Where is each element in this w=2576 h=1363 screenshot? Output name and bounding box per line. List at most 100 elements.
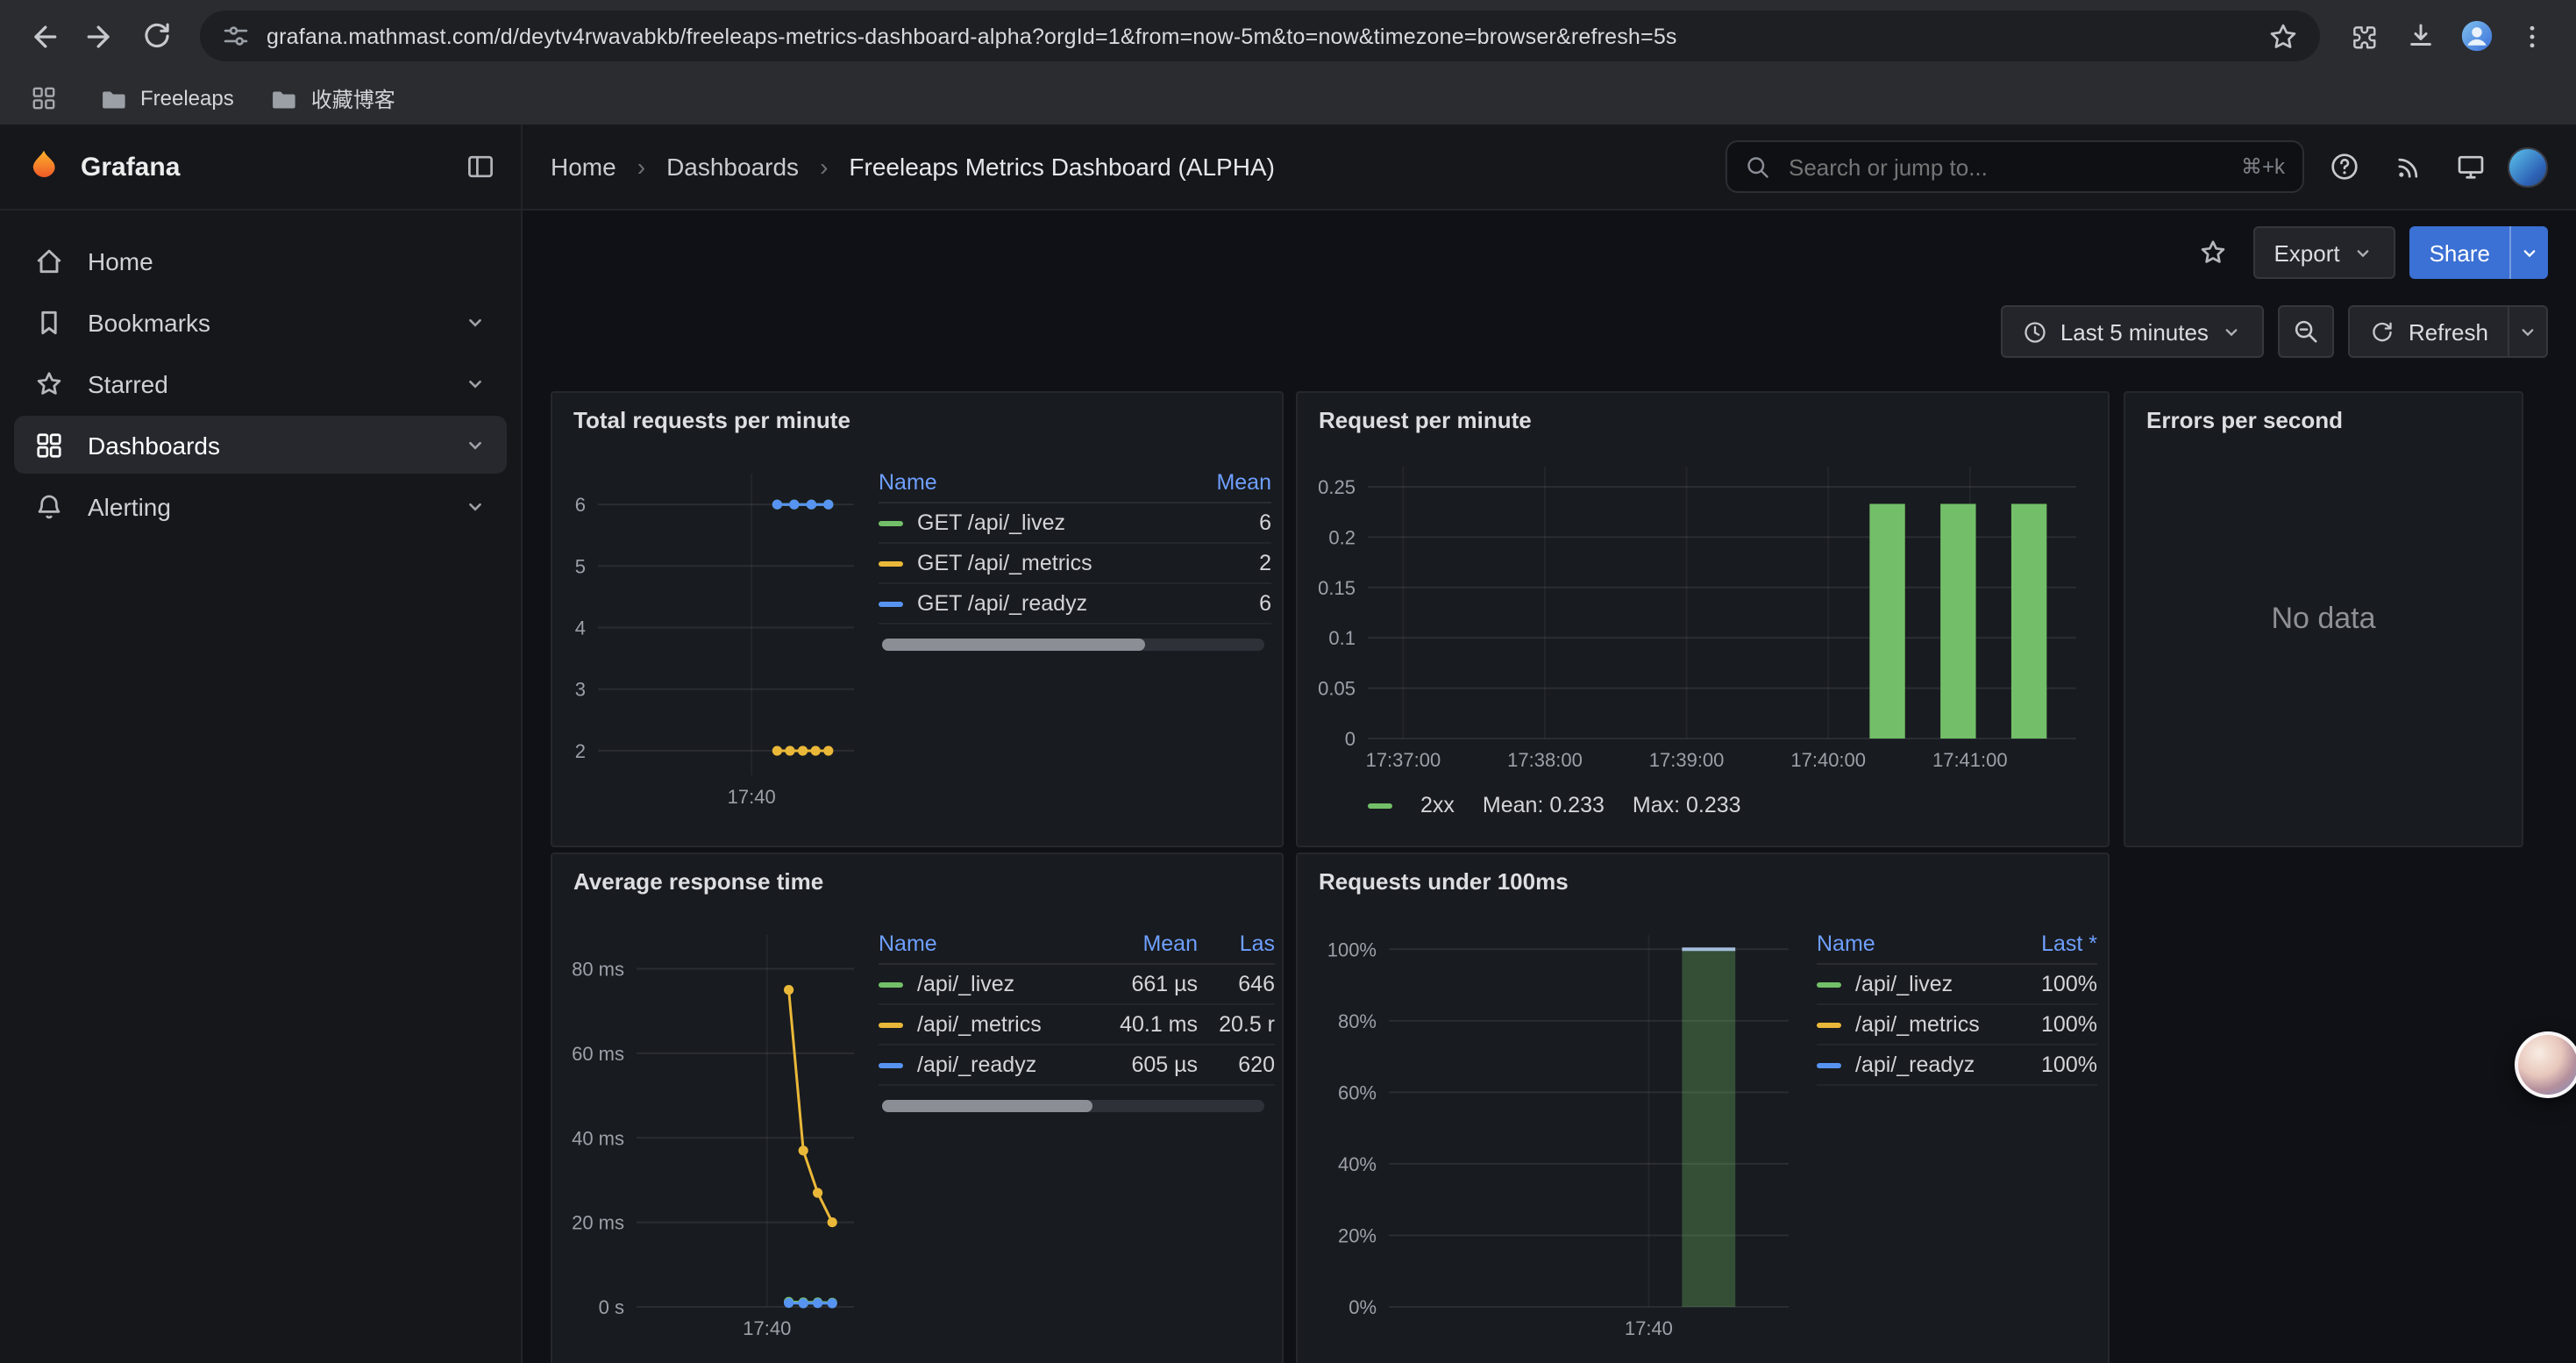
user-avatar[interactable] bbox=[2508, 146, 2548, 187]
sidebar-nav: Home Bookmarks Starred Dashboards bbox=[0, 211, 521, 556]
grafana-logo-icon[interactable] bbox=[25, 147, 63, 186]
chevron-down-icon[interactable] bbox=[463, 494, 487, 518]
help-icon bbox=[2329, 151, 2360, 182]
chevron-down-icon[interactable] bbox=[463, 371, 487, 396]
grafana-header: Home › Dashboards › Freeleaps Metrics Da… bbox=[523, 125, 2576, 211]
bookmark-icon bbox=[33, 306, 65, 338]
help-button[interactable] bbox=[2318, 140, 2371, 193]
legend-header-row: Name Mean Las bbox=[879, 924, 1275, 965]
panel-average-response-time[interactable]: Average response time 80 ms60 ms40 ms20 … bbox=[551, 853, 1284, 1363]
series-name[interactable]: GET /api/_readyz bbox=[917, 591, 1087, 616]
legend-col-name[interactable]: Name bbox=[879, 931, 1092, 956]
bookmark-star-icon[interactable] bbox=[2267, 20, 2299, 52]
panel-requests-under-100ms[interactable]: Requests under 100ms 100%80%60%40%20%0%1… bbox=[1296, 853, 2110, 1363]
downloads-button[interactable] bbox=[2394, 10, 2446, 62]
legend-row[interactable]: /api/_metrics 100% bbox=[1817, 1005, 2097, 1045]
search-input[interactable] bbox=[1785, 152, 2227, 182]
svg-text:2: 2 bbox=[575, 740, 586, 762]
series-name[interactable]: /api/_livez bbox=[1855, 972, 1953, 996]
breadcrumb-dashboards[interactable]: Dashboards bbox=[666, 153, 799, 181]
series-mean: 605 µs bbox=[1092, 1053, 1198, 1077]
svg-text:5: 5 bbox=[575, 555, 586, 577]
legend-col-name[interactable]: Name bbox=[879, 470, 1166, 495]
kiosk-mode-button[interactable] bbox=[2444, 140, 2497, 193]
extensions-button[interactable] bbox=[2338, 10, 2390, 62]
series-name[interactable]: /api/_livez bbox=[917, 972, 1014, 996]
legend-scrollbar[interactable] bbox=[882, 1100, 1264, 1112]
share-button[interactable]: Share bbox=[2410, 226, 2509, 279]
legend-row[interactable]: GET /api/_livez 6 bbox=[879, 503, 1271, 544]
panel-title[interactable]: Total requests per minute bbox=[573, 407, 850, 433]
series-name[interactable]: /api/_metrics bbox=[917, 1012, 1042, 1037]
refresh-interval-dropdown[interactable] bbox=[2508, 307, 2546, 356]
series-name[interactable]: GET /api/_metrics bbox=[917, 551, 1092, 575]
search-box[interactable]: ⌘+k bbox=[1726, 140, 2304, 193]
news-button[interactable] bbox=[2381, 140, 2434, 193]
legend-scrollbar[interactable] bbox=[882, 639, 1264, 651]
legend-row[interactable]: /api/_metrics 40.1 ms 20.5 r bbox=[879, 1005, 1275, 1045]
series-name[interactable]: /api/_readyz bbox=[917, 1053, 1036, 1077]
legend-col-mean[interactable]: Mean bbox=[1092, 931, 1198, 956]
legend-item-2xx[interactable]: 2xx bbox=[1368, 793, 1455, 817]
legend-row[interactable]: /api/_livez 661 µs 646 bbox=[879, 965, 1275, 1005]
scrollbar-thumb[interactable] bbox=[882, 1100, 1092, 1112]
panel-errors-per-second[interactable]: Errors per second No data bbox=[2124, 391, 2523, 847]
legend-col-last[interactable]: Las bbox=[1198, 931, 1275, 956]
panel-title[interactable]: Average response time bbox=[573, 868, 823, 895]
chevron-down-icon[interactable] bbox=[463, 432, 487, 457]
export-button[interactable]: Export bbox=[2252, 226, 2395, 279]
sidebar-item-alerting[interactable]: Alerting bbox=[14, 477, 507, 535]
dashboards-grid-icon bbox=[33, 429, 65, 460]
scrollbar-thumb[interactable] bbox=[882, 639, 1145, 651]
apps-button[interactable] bbox=[25, 79, 63, 118]
favorite-dashboard-button[interactable] bbox=[2186, 226, 2238, 279]
series-name[interactable]: /api/_readyz bbox=[1855, 1053, 1975, 1077]
legend-row[interactable]: /api/_livez 100% bbox=[1817, 965, 2097, 1005]
reload-button[interactable] bbox=[130, 10, 182, 62]
refresh-button[interactable]: Refresh bbox=[2351, 307, 2508, 356]
sidebar-item-dashboards[interactable]: Dashboards bbox=[14, 416, 507, 474]
bookmark-item-freeleaps[interactable]: Freeleaps bbox=[98, 83, 234, 113]
floating-assistant-avatar[interactable] bbox=[2515, 1031, 2576, 1098]
url-bar[interactable]: grafana.mathmast.com/d/deytv4rwavabkb/fr… bbox=[200, 11, 2320, 61]
profile-button[interactable] bbox=[2450, 10, 2502, 62]
panel-title[interactable]: Request per minute bbox=[1319, 407, 1532, 433]
series-name[interactable]: /api/_metrics bbox=[1855, 1012, 1980, 1037]
time-range-picker[interactable]: Last 5 minutes bbox=[2001, 305, 2265, 358]
url-text[interactable]: grafana.mathmast.com/d/deytv4rwavabkb/fr… bbox=[267, 24, 2252, 48]
sidebar-item-label: Bookmarks bbox=[88, 308, 210, 336]
collapse-sidebar-button[interactable] bbox=[465, 151, 496, 182]
site-settings-icon[interactable] bbox=[221, 21, 251, 51]
legend-row[interactable]: /api/_readyz 100% bbox=[1817, 1045, 2097, 1086]
legend-col-name[interactable]: Name bbox=[1817, 931, 2020, 956]
forward-button[interactable] bbox=[74, 10, 126, 62]
panel-request-per-minute[interactable]: Request per minute 0.250.20.150.10.05017… bbox=[1296, 391, 2110, 847]
breadcrumb-home[interactable]: Home bbox=[551, 153, 616, 181]
bookmark-item-blog[interactable]: 收藏博客 bbox=[269, 83, 395, 113]
back-button[interactable] bbox=[18, 10, 70, 62]
svg-text:0.2: 0.2 bbox=[1328, 526, 1356, 548]
svg-text:17:41:00: 17:41:00 bbox=[1932, 749, 2008, 771]
zoom-out-button[interactable] bbox=[2279, 305, 2335, 358]
menu-button[interactable] bbox=[2506, 10, 2558, 62]
series-name[interactable]: GET /api/_livez bbox=[917, 510, 1065, 535]
legend-row[interactable]: /api/_readyz 605 µs 620 bbox=[879, 1045, 1275, 1086]
series-mean: 6 bbox=[1166, 591, 1271, 616]
kebab-menu-icon bbox=[2516, 20, 2548, 52]
series-color-chip bbox=[879, 1022, 903, 1027]
legend-col-mean[interactable]: Mean bbox=[1166, 470, 1271, 495]
series-last: 100% bbox=[2020, 1012, 2097, 1037]
chevron-down-icon[interactable] bbox=[463, 310, 487, 334]
legend-row[interactable]: GET /api/_readyz 6 bbox=[879, 584, 1271, 624]
sidebar-item-home[interactable]: Home bbox=[14, 232, 507, 289]
no-data-message: No data bbox=[2125, 393, 2522, 846]
series-name[interactable]: 2xx bbox=[1420, 793, 1455, 817]
panel-title[interactable]: Requests under 100ms bbox=[1319, 868, 1569, 895]
legend-col-last[interactable]: Last * bbox=[2020, 931, 2097, 956]
share-dropdown-button[interactable] bbox=[2509, 226, 2548, 279]
sidebar-item-bookmarks[interactable]: Bookmarks bbox=[14, 293, 507, 351]
panel-total-requests[interactable]: Total requests per minute 6543217:40 Nam… bbox=[551, 391, 1284, 847]
svg-text:80%: 80% bbox=[1338, 1010, 1377, 1032]
legend-row[interactable]: GET /api/_metrics 2 bbox=[879, 544, 1271, 584]
sidebar-item-starred[interactable]: Starred bbox=[14, 354, 507, 412]
